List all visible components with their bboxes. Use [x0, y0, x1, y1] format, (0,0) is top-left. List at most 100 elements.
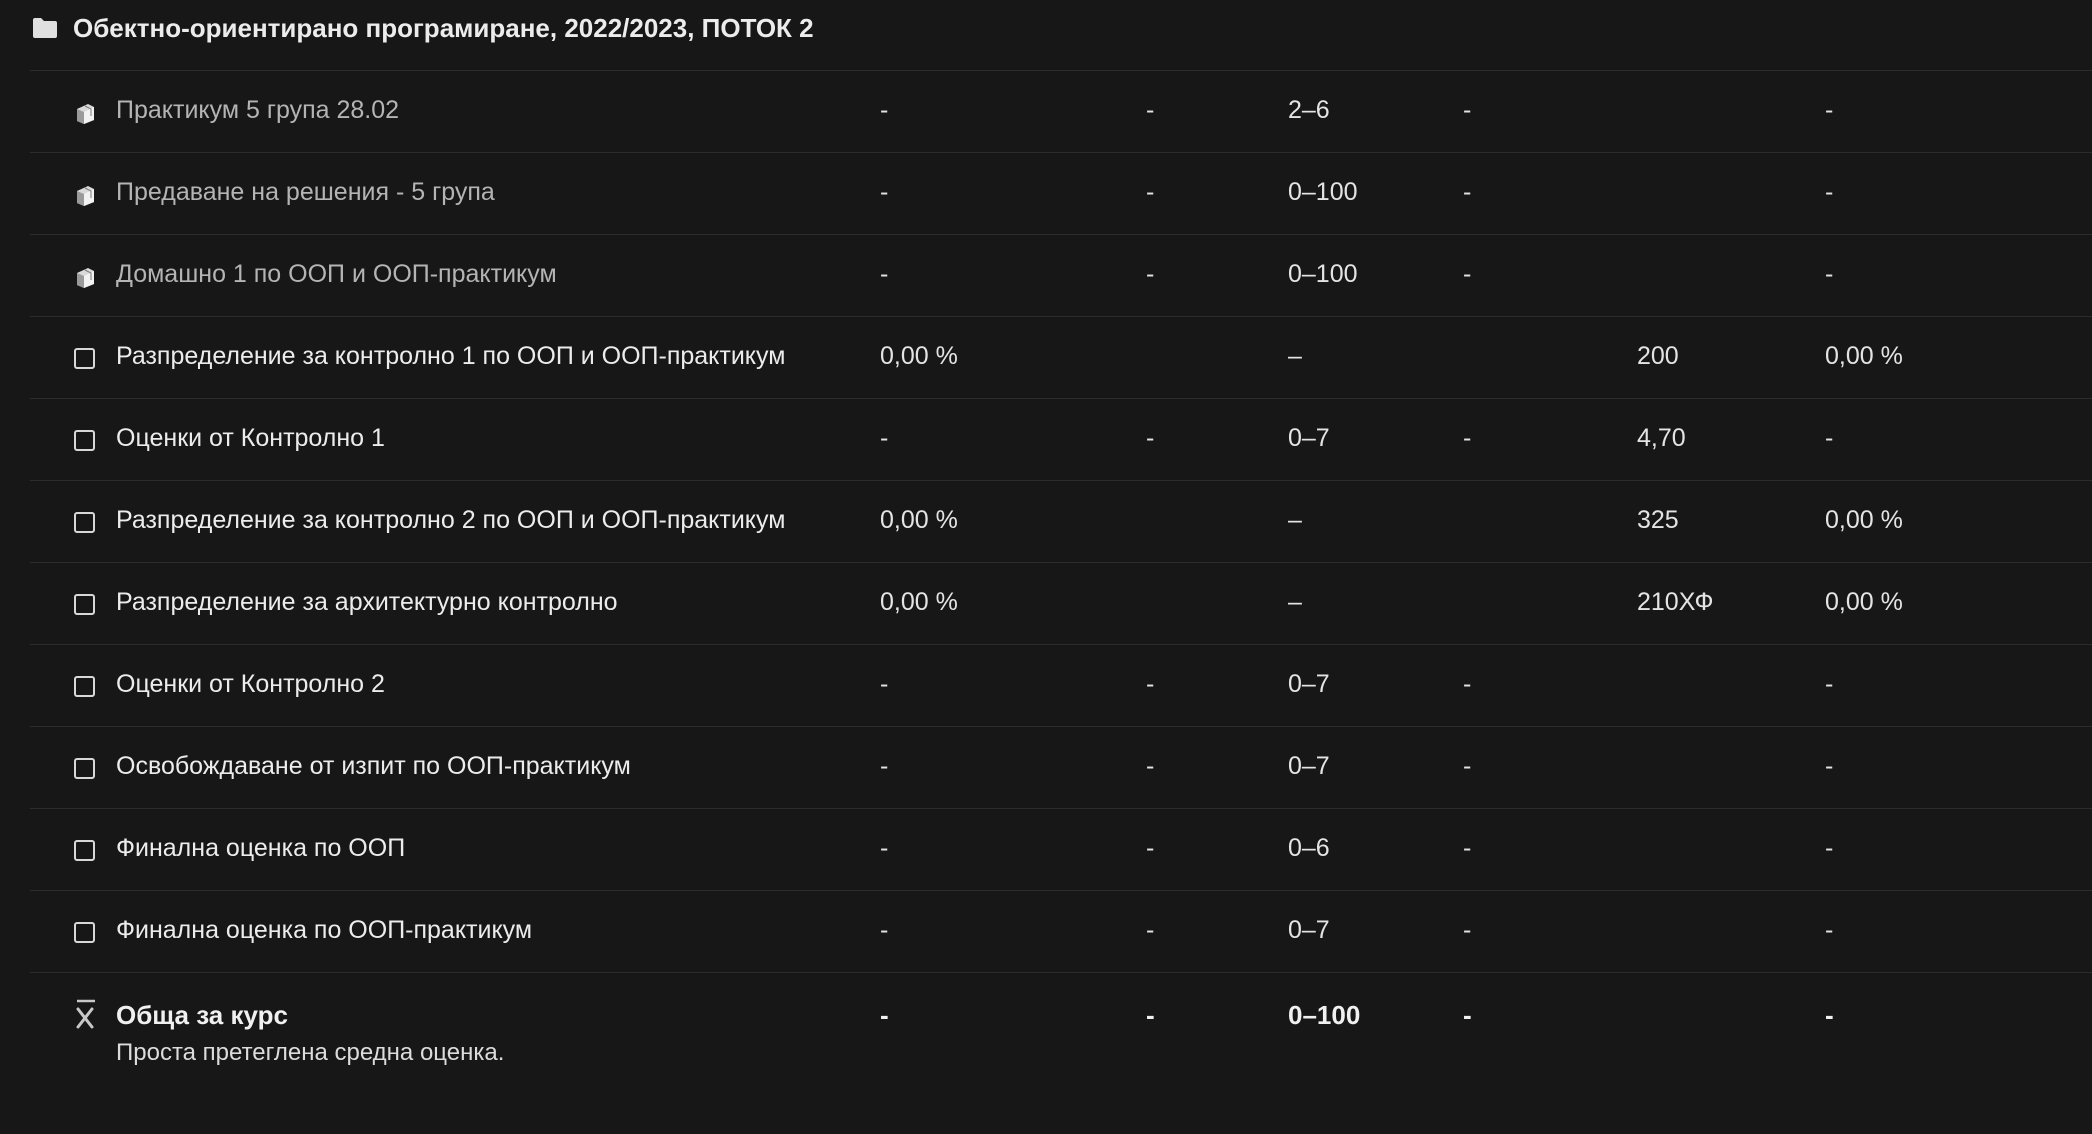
weight-cell: 0,00 %: [880, 506, 958, 534]
range-cell: –: [1288, 342, 1302, 370]
manual-item-icon: [72, 838, 98, 864]
grade-item-name[interactable]: Практикум 5 група 28.02: [116, 96, 399, 125]
grade-item-row: Разпределение за архитектурно контролно 0…: [30, 562, 2092, 644]
feedback-cell: 200: [1637, 342, 1679, 370]
percentage-cell: -: [1463, 260, 1472, 288]
grade-item-row: Освобождаване от изпит по ООП-практикум -…: [30, 726, 2092, 808]
manual-item-icon: [72, 346, 98, 372]
contribution-cell: -: [1825, 916, 1834, 944]
grade-item-row: Разпределение за контролно 2 по ООП и ОО…: [30, 480, 2092, 562]
assignment-icon: [72, 100, 98, 126]
grade-item-name[interactable]: Оценки от Контролно 2: [116, 670, 385, 699]
aggregation-description: Проста претеглена средна оценка.: [116, 1039, 505, 1066]
contribution-cell: -: [1825, 424, 1834, 452]
grade-cell: -: [1146, 178, 1155, 206]
folder-icon: [33, 18, 57, 38]
grade-item-row: Практикум 5 група 28.02 - - 2–6 - -: [30, 70, 2092, 152]
manual-item-icon: [72, 510, 98, 536]
weight-cell: -: [880, 752, 889, 780]
grade-item-name[interactable]: Освобождаване от изпит по ООП-практикум: [116, 752, 631, 781]
weight-cell: -: [880, 670, 889, 698]
percentage-cell: -: [1463, 670, 1472, 698]
grade-item-row: Финална оценка по ООП - - 0–6 - -: [30, 808, 2092, 890]
weight-cell: -: [880, 1000, 889, 1030]
grade-item-name[interactable]: Финална оценка по ООП-практикум: [116, 916, 532, 945]
contribution-cell: -: [1825, 260, 1834, 288]
weight-cell: -: [880, 834, 889, 862]
grade-cell: -: [1146, 96, 1155, 124]
grade-cell: -: [1146, 916, 1155, 944]
contribution-cell: 0,00 %: [1825, 506, 1903, 534]
contribution-cell: -: [1825, 96, 1834, 124]
weight-cell: -: [880, 96, 889, 124]
manual-item-icon: [72, 428, 98, 454]
feedback-cell: 210ХФ: [1637, 588, 1714, 616]
weight-cell: 0,00 %: [880, 342, 958, 370]
manual-item-icon: [72, 756, 98, 782]
grade-item-row: Финална оценка по ООП-практикум - - 0–7 - -: [30, 890, 2092, 972]
range-cell: 2–6: [1288, 96, 1330, 124]
range-cell: 0–100: [1288, 260, 1358, 288]
grade-item-name[interactable]: Финална оценка по ООП: [116, 834, 405, 863]
grade-item-row: Разпределение за контролно 1 по ООП и ОО…: [30, 316, 2092, 398]
contribution-cell: -: [1825, 834, 1834, 862]
grader-report-page: Обектно-ориентирано програмиране, 2022/2…: [0, 0, 2092, 1134]
manual-item-icon: [72, 592, 98, 618]
grade-item-row: Предаване на решения - 5 група - - 0–100 - -: [30, 152, 2092, 234]
contribution-cell: -: [1825, 752, 1834, 780]
weight-cell: -: [880, 916, 889, 944]
grade-item-name[interactable]: Разпределение за контролно 2 по ООП и ОО…: [116, 506, 785, 535]
grade-item-row: Оценки от Контролно 1 - - 0–7 - 4,70 -: [30, 398, 2092, 480]
grade-cell: -: [1146, 1000, 1155, 1030]
range-cell: 0–7: [1288, 916, 1330, 944]
category-header: Обектно-ориентирано програмиране, 2022/2…: [0, 0, 2092, 70]
percentage-cell: -: [1463, 424, 1472, 452]
assignment-icon: [72, 182, 98, 208]
category-title[interactable]: Обектно-ориентирано програмиране, 2022/2…: [73, 13, 814, 44]
course-total-label: Обща за курс: [116, 1000, 288, 1030]
range-cell: 0–7: [1288, 670, 1330, 698]
range-cell: –: [1288, 588, 1302, 616]
contribution-cell: 0,00 %: [1825, 588, 1903, 616]
grade-cell: -: [1146, 260, 1155, 288]
grade-item-row: Оценки от Контролно 2 - - 0–7 - -: [30, 644, 2092, 726]
grade-item-name[interactable]: Оценки от Контролно 1: [116, 424, 385, 453]
percentage-cell: -: [1463, 1000, 1472, 1030]
grade-item-row: Домашно 1 по ООП и ООП-практикум - - 0–100 -…: [30, 234, 2092, 316]
weight-cell: -: [880, 424, 889, 452]
grade-item-name[interactable]: Разпределение за архитектурно контролно: [116, 588, 618, 617]
grade-cell: -: [1146, 752, 1155, 780]
percentage-cell: -: [1463, 916, 1472, 944]
percentage-cell: -: [1463, 834, 1472, 862]
grade-cell: -: [1146, 834, 1155, 862]
range-cell: 0–6: [1288, 834, 1330, 862]
range-cell: 0–7: [1288, 752, 1330, 780]
feedback-cell: 325: [1637, 506, 1679, 534]
assignment-icon: [72, 264, 98, 290]
contribution-cell: -: [1825, 1000, 1834, 1030]
weight-cell: 0,00 %: [880, 588, 958, 616]
manual-item-icon: [72, 920, 98, 946]
percentage-cell: -: [1463, 752, 1472, 780]
aggregation-icon: [70, 997, 100, 1031]
contribution-cell: -: [1825, 670, 1834, 698]
percentage-cell: -: [1463, 178, 1472, 206]
contribution-cell: 0,00 %: [1825, 342, 1903, 370]
manual-item-icon: [72, 674, 98, 700]
contribution-cell: -: [1825, 178, 1834, 206]
grade-cell: -: [1146, 670, 1155, 698]
percentage-cell: -: [1463, 96, 1472, 124]
range-cell: 0–7: [1288, 424, 1330, 452]
range-cell: 0–100: [1288, 178, 1358, 206]
grade-item-name[interactable]: Домашно 1 по ООП и ООП-практикум: [116, 260, 557, 289]
grade-table: Практикум 5 група 28.02 - - 2–6 - - Предаване…: [30, 70, 2092, 1093]
weight-cell: -: [880, 178, 889, 206]
range-cell: 0–100: [1288, 1000, 1361, 1030]
weight-cell: -: [880, 260, 889, 288]
grade-item-name[interactable]: Разпределение за контролно 1 по ООП и ОО…: [116, 342, 785, 371]
grade-cell: -: [1146, 424, 1155, 452]
feedback-cell: 4,70: [1637, 424, 1686, 452]
range-cell: –: [1288, 506, 1302, 534]
grade-item-name[interactable]: Предаване на решения - 5 група: [116, 178, 495, 207]
course-total-row: Обща за курс Проста претеглена средна оце…: [30, 972, 2092, 1093]
